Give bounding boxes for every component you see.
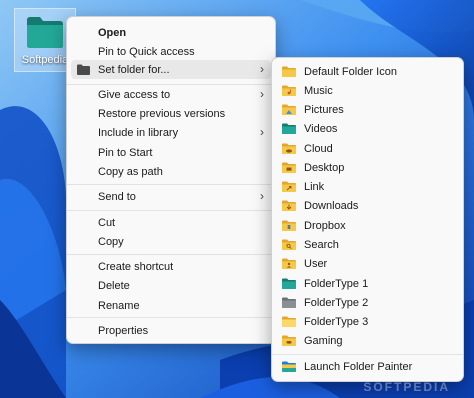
gaming-folder-icon (282, 335, 296, 346)
menu-item-copy[interactable]: Copy (71, 232, 271, 251)
menu-item-label: Include in library (98, 126, 179, 139)
menu-item-label: Pin to Quick access (98, 45, 195, 58)
menu-item-properties[interactable]: Properties (71, 321, 271, 340)
submenu-item-pictures[interactable]: Pictures (276, 100, 459, 119)
submenu-item-cloud[interactable]: Cloud (276, 139, 459, 158)
menu-item-send-to[interactable]: Send to › (71, 187, 271, 206)
chevron-right-icon: › (260, 62, 264, 76)
submenu-item-launch-folder-painter[interactable]: Launch Folder Painter (276, 357, 459, 376)
menu-item-cut[interactable]: Cut (71, 213, 271, 232)
menu-separator (67, 210, 275, 211)
menu-item-create-shortcut[interactable]: Create shortcut (71, 257, 271, 276)
submenu-item-desktop[interactable]: Desktop (276, 158, 459, 177)
videos-folder-icon (282, 123, 296, 134)
chevron-right-icon: › (260, 125, 264, 139)
gray-folder-icon (282, 297, 296, 308)
yellow-folder-icon (282, 316, 296, 327)
submenu-item-label: Music (304, 84, 333, 97)
menu-separator (67, 184, 275, 185)
menu-item-label: Restore previous versions (98, 107, 226, 120)
menu-item-label: Send to (98, 190, 136, 203)
submenu-item-label: Search (304, 238, 339, 251)
submenu-item-label: User (304, 257, 328, 270)
submenu-item-foldertype-2[interactable]: FolderType 2 (276, 293, 459, 312)
menu-item-restore-previous-versions[interactable]: Restore previous versions (71, 104, 271, 123)
menu-separator (67, 317, 275, 318)
menu-item-label: Delete (98, 279, 130, 292)
submenu-item-label: Videos (304, 122, 338, 135)
submenu-item-label: Link (304, 180, 325, 193)
menu-item-include-in-library[interactable]: Include in library › (71, 123, 271, 142)
teal-folder-icon (27, 17, 63, 48)
search-folder-icon (282, 239, 296, 250)
menu-item-label: Pin to Start (98, 146, 153, 159)
menu-item-label: Give access to (98, 88, 171, 101)
submenu-item-videos[interactable]: Videos (276, 119, 459, 138)
menu-item-label: Rename (98, 299, 140, 312)
teal-folder-icon (282, 278, 296, 289)
menu-item-delete[interactable]: Delete (71, 276, 271, 295)
menu-item-rename[interactable]: Rename (71, 296, 271, 315)
menu-item-label: Copy as path (98, 165, 163, 178)
menu-item-label: Cut (98, 216, 116, 229)
submenu-item-label: Default Folder Icon (304, 65, 397, 78)
submenu-item-search[interactable]: Search (276, 235, 459, 254)
menu-item-give-access[interactable]: Give access to › (71, 85, 271, 104)
menu-item-label: Open (98, 26, 127, 39)
submenu-item-label: FolderType 2 (304, 296, 369, 309)
submenu-item-dropbox[interactable]: Dropbox (276, 216, 459, 235)
user-folder-icon (282, 258, 296, 269)
submenu-item-default-folder-icon[interactable]: Default Folder Icon (276, 62, 459, 81)
menu-separator (272, 354, 463, 355)
menu-item-label: Set folder for... (98, 63, 170, 76)
menu-item-pin-quick-access[interactable]: Pin to Quick access (71, 42, 271, 61)
chevron-right-icon: › (260, 87, 264, 101)
downloads-folder-icon (282, 200, 296, 211)
watermark-text: SOFTPEDIA (363, 380, 450, 394)
dark-folder-icon (77, 64, 90, 75)
menu-item-label: Create shortcut (98, 260, 174, 273)
folder-painter-icon (282, 361, 296, 372)
submenu-item-label: Gaming (304, 334, 343, 347)
menu-item-label: Copy (98, 235, 124, 248)
submenu-item-gaming[interactable]: Gaming (276, 331, 459, 350)
menu-item-label: Properties (98, 324, 149, 337)
default-folder-icon (282, 66, 296, 77)
submenu-item-user[interactable]: User (276, 254, 459, 273)
menu-item-set-folder-for[interactable]: Set folder for... › (71, 60, 271, 79)
submenu-item-label: Dropbox (304, 219, 346, 232)
submenu-item-foldertype-3[interactable]: FolderType 3 (276, 312, 459, 331)
menu-separator (67, 254, 275, 255)
set-folder-submenu: Default Folder Icon Music Pictures Video… (271, 57, 464, 382)
context-menu: Open Pin to Quick access Set folder for.… (66, 16, 276, 344)
menu-item-pin-to-start[interactable]: Pin to Start (71, 143, 271, 162)
music-folder-icon (282, 85, 296, 96)
submenu-item-label: Pictures (304, 103, 344, 116)
submenu-item-foldertype-1[interactable]: FolderType 1 (276, 274, 459, 293)
pictures-folder-icon (282, 104, 296, 115)
submenu-item-label: Desktop (304, 161, 345, 174)
submenu-item-label: Launch Folder Painter (304, 360, 413, 373)
submenu-item-label: FolderType 1 (304, 277, 369, 290)
menu-item-copy-as-path[interactable]: Copy as path (71, 162, 271, 181)
chevron-right-icon: › (260, 189, 264, 203)
menu-item-open[interactable]: Open (71, 23, 271, 42)
cloud-folder-icon (282, 143, 296, 154)
submenu-item-music[interactable]: Music (276, 81, 459, 100)
link-folder-icon (282, 181, 296, 192)
submenu-item-label: FolderType 3 (304, 315, 369, 328)
submenu-item-label: Downloads (304, 199, 359, 212)
dropbox-folder-icon (282, 220, 296, 231)
desktop-folder-icon (282, 162, 296, 173)
submenu-item-downloads[interactable]: Downloads (276, 196, 459, 215)
submenu-item-label: Cloud (304, 142, 333, 155)
submenu-item-link[interactable]: Link (276, 177, 459, 196)
